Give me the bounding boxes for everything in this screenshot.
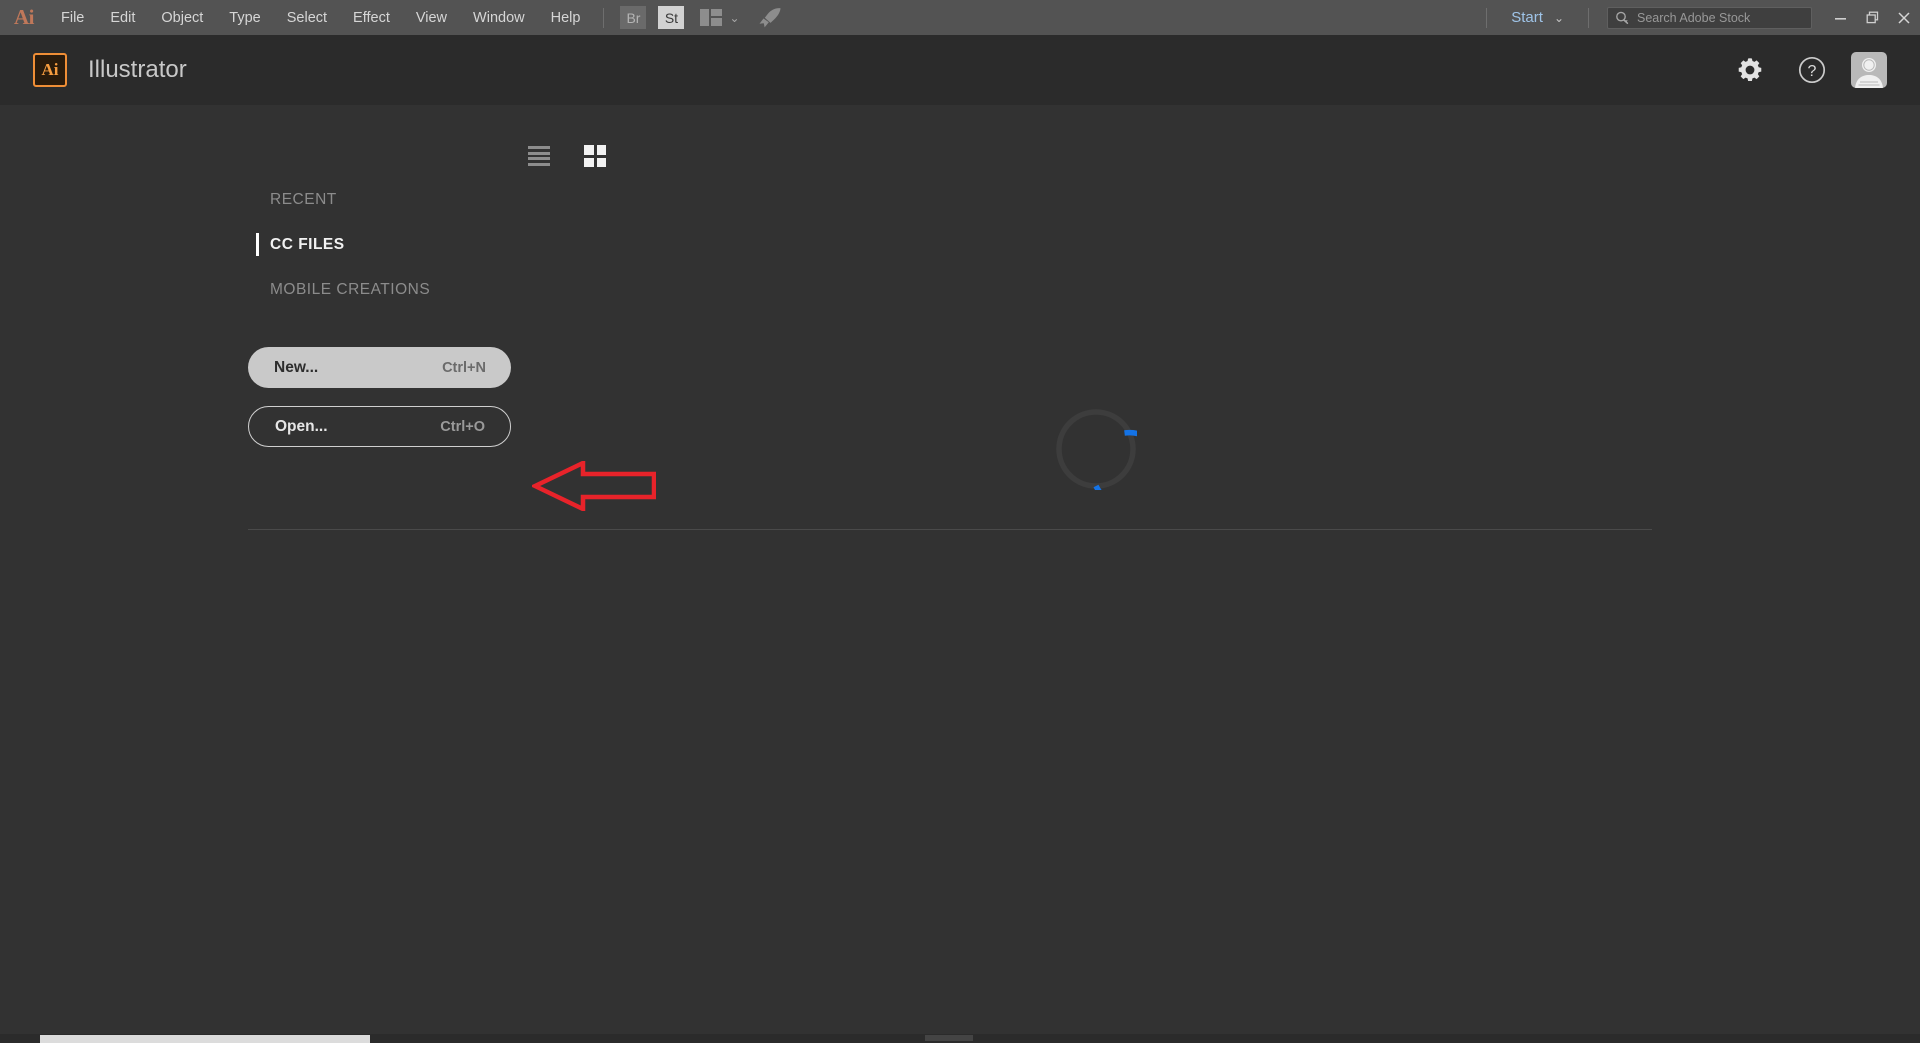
workspace-switcher[interactable]: ⌄ — [700, 9, 740, 26]
menu-bar: Ai File Edit Object Type Select Effect V… — [0, 0, 1920, 35]
view-toggle-group — [528, 145, 606, 167]
start-divider-left — [1486, 7, 1488, 28]
open-button-label: Open... — [275, 417, 328, 435]
nav-item-mobile-creations[interactable]: MOBILE CREATIONS — [268, 273, 430, 307]
menu-object[interactable]: Object — [148, 0, 216, 35]
svg-text:?: ? — [1808, 63, 1817, 80]
account-avatar[interactable] — [1851, 52, 1887, 88]
content-divider — [248, 529, 1652, 530]
menu-effect[interactable]: Effect — [340, 0, 403, 35]
app-header: Ai Illustrator ? — [0, 35, 1920, 105]
scrollbar-thumb[interactable] — [40, 1035, 370, 1043]
start-divider-right — [1588, 7, 1589, 28]
minimize-button[interactable] — [1824, 0, 1856, 35]
nav-item-label: RECENT — [270, 191, 337, 208]
nav-item-cc-files[interactable]: CC FILES — [256, 228, 430, 262]
menu-window[interactable]: Window — [460, 0, 538, 35]
nav-item-recent[interactable]: RECENT — [268, 183, 430, 217]
minimize-icon — [1834, 17, 1846, 20]
menu-file[interactable]: File — [48, 0, 97, 35]
user-avatar-icon — [1855, 58, 1883, 88]
scrollbar-marker — [925, 1035, 973, 1041]
left-arrow-icon — [529, 459, 657, 513]
nav-item-label: MOBILE CREATIONS — [270, 281, 431, 298]
gear-icon — [1738, 58, 1762, 82]
start-workspace-button[interactable]: Start ⌄ — [1497, 0, 1578, 35]
list-view-toggle[interactable] — [528, 146, 550, 166]
grid-view-icon — [584, 145, 606, 167]
window-controls — [1824, 0, 1920, 35]
settings-button[interactable] — [1727, 47, 1773, 93]
restore-icon — [1866, 11, 1878, 24]
restore-button[interactable] — [1856, 0, 1888, 35]
help-button[interactable]: ? — [1789, 47, 1835, 93]
workspace-layout-icon — [700, 9, 723, 26]
loading-spinner-icon — [1056, 409, 1169, 510]
action-button-group: New... Ctrl+N Open... Ctrl+O — [248, 347, 511, 465]
chevron-down-icon: ⌄ — [1553, 10, 1564, 25]
open-document-button[interactable]: Open... Ctrl+O — [248, 406, 511, 447]
search-placeholder: Search Adobe Stock — [1637, 10, 1751, 25]
list-view-icon — [528, 146, 550, 166]
menu-edit[interactable]: Edit — [97, 0, 148, 35]
page-title: Illustrator — [88, 56, 187, 83]
nav-item-label: CC FILES — [270, 236, 345, 253]
start-screen-content: RECENT CC FILES MOBILE CREATIONS New... … — [0, 105, 1920, 1043]
new-button-shortcut: Ctrl+N — [442, 359, 486, 376]
close-button[interactable] — [1888, 0, 1920, 35]
illustrator-app-badge-icon: Ai — [33, 53, 67, 87]
menu-select[interactable]: Select — [274, 0, 340, 35]
menu-type[interactable]: Type — [216, 0, 273, 35]
stock-launch-icon[interactable]: St — [658, 6, 685, 29]
illustrator-logo-icon: Ai — [14, 5, 35, 29]
new-document-button[interactable]: New... Ctrl+N — [248, 347, 511, 388]
help-question-icon: ? — [1798, 56, 1826, 84]
bridge-launch-icon[interactable]: Br — [620, 6, 647, 29]
active-indicator — [256, 233, 259, 256]
horizontal-scrollbar[interactable] — [0, 1034, 1920, 1043]
start-nav-list: RECENT CC FILES MOBILE CREATIONS — [256, 183, 430, 318]
menu-divider — [603, 7, 605, 28]
grid-view-toggle[interactable] — [584, 145, 606, 167]
chevron-down-icon: ⌄ — [729, 10, 740, 25]
rocket-icon[interactable] — [758, 7, 782, 29]
new-button-label: New... — [274, 358, 319, 376]
close-icon — [1898, 11, 1910, 24]
annotation-arrow — [529, 459, 657, 516]
open-button-shortcut: Ctrl+O — [440, 418, 485, 435]
search-icon — [1616, 11, 1629, 24]
menu-view[interactable]: View — [403, 0, 460, 35]
search-input[interactable]: Search Adobe Stock — [1607, 6, 1812, 29]
loading-spinner — [1055, 408, 1169, 510]
menu-help[interactable]: Help — [538, 0, 594, 35]
start-label: Start — [1511, 9, 1543, 26]
